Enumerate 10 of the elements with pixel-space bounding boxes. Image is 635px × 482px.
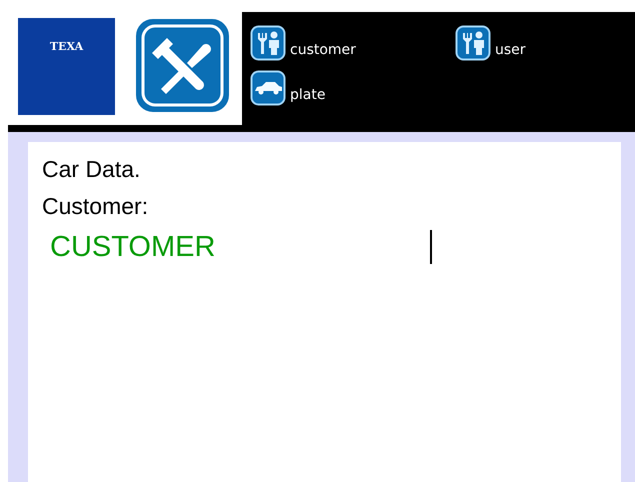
shortcut-label[interactable]: customer — [290, 42, 356, 58]
customer-value[interactable]: CUSTOMER — [42, 230, 430, 264]
panel-title: Car Data. — [42, 156, 142, 183]
car-icon — [250, 70, 286, 106]
shortcut-label[interactable]: plate — [290, 87, 326, 103]
text-cursor — [430, 230, 432, 264]
logo-text: TEXA — [50, 40, 84, 54]
tools-icon[interactable] — [135, 18, 230, 113]
field-label: Customer: — [42, 193, 150, 220]
shortcut-label[interactable]: user — [495, 42, 526, 58]
